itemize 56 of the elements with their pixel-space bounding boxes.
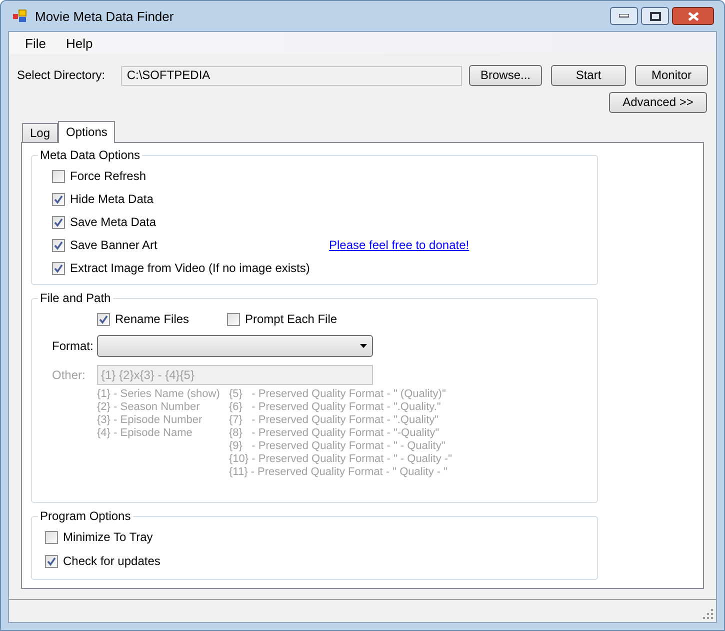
menu-item[interactable]: File (17, 36, 54, 50)
legend-text: {3} - Episode Number (97, 414, 204, 427)
checkbox-label: Minimize To Tray (63, 530, 153, 545)
checkbox-label: Rename Files (115, 312, 190, 327)
checkbox[interactable] (52, 170, 65, 183)
checkbox-label: Check for updates (63, 554, 160, 569)
checkbox[interactable] (227, 313, 240, 326)
maximize-icon (650, 12, 660, 20)
checkbox[interactable] (52, 216, 65, 229)
legend-text: {1} - Series Name (show) (97, 388, 221, 401)
checkbox[interactable] (52, 193, 65, 206)
checkbox[interactable] (52, 262, 65, 275)
checkbox-label: Force Refresh (70, 169, 146, 184)
format-label: Format: (52, 338, 94, 354)
checkbox[interactable] (97, 313, 110, 326)
checkbox[interactable] (45, 531, 58, 544)
other-field: {1} {2}x{3} - {4}{5} (97, 365, 373, 385)
checkbox-label: Save Banner Art (70, 238, 158, 253)
toolbar-button[interactable]: Browse... (469, 65, 542, 86)
legend-text: {6} - Preserved Quality Format - ".Quality." (229, 401, 442, 414)
app-icon (13, 9, 29, 23)
checkbox-label: Extract Image from Video (If no image exists) (70, 261, 310, 276)
directory-field[interactable]: C:\SOFTPEDIA (120, 66, 462, 86)
minimize-icon (619, 14, 629, 18)
format-dropdown[interactable] (97, 335, 373, 357)
other-label: Other: (52, 368, 86, 382)
donate-link[interactable]: Please feel free to donate! (329, 238, 470, 253)
window-title: Movie Meta Data Finder (35, 8, 174, 24)
legend-text: {7} - Preserved Quality Format - ".Quality" (229, 414, 440, 427)
checkbox[interactable] (45, 555, 58, 568)
legend-text: {4} - Episode Name (97, 427, 194, 440)
group-title: Meta Data Options (38, 148, 142, 163)
minimize-button[interactable] (610, 7, 638, 25)
legend-text: {8} - Preserved Quality Format - "-Quality" (229, 427, 440, 440)
toolbar-button[interactable]: Start (551, 65, 626, 86)
resize-grip-icon (703, 609, 713, 619)
legend-text: {11} - Preserved Quality Format - " Quality - " (229, 466, 449, 479)
checkbox-label: Prompt Each File (245, 312, 338, 327)
checkbox[interactable] (52, 239, 65, 252)
close-icon (688, 12, 698, 20)
legend-text: {5} - Preserved Quality Format - " (Quality)" (229, 388, 447, 401)
advanced-button[interactable]: Advanced >> (609, 92, 707, 113)
dropdown-arrow-icon (360, 344, 367, 348)
directory-label: Select Directory: (17, 68, 106, 83)
checkbox-label: Hide Meta Data (70, 192, 154, 207)
legend-text: {9} - Preserved Quality Format - " - Quality" (229, 440, 446, 453)
menu-item[interactable]: Help (58, 36, 101, 50)
legend-text: {2} - Season Number (97, 401, 201, 414)
tab[interactable]: Options (58, 121, 116, 143)
toolbar-button[interactable]: Monitor (635, 65, 708, 86)
maximize-button[interactable] (641, 7, 669, 25)
checkbox-label: Save Meta Data (70, 215, 156, 230)
group-title: Program Options (38, 509, 133, 524)
legend-text: {10} - Preserved Quality Format - " - Quality -" (229, 453, 452, 466)
close-button[interactable] (672, 7, 714, 25)
tab[interactable]: Log (22, 123, 58, 142)
